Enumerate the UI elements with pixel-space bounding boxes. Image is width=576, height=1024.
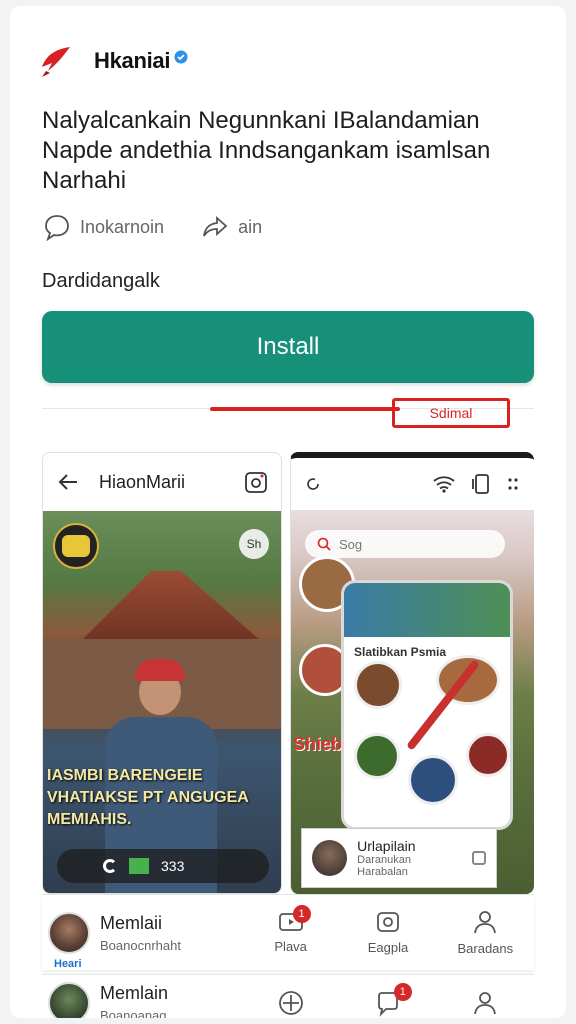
- search-bar[interactable]: Sog: [305, 530, 505, 558]
- screenshot-left[interactable]: HiaonMarii Sh IASMBI BARENGEIE VHATIAKSE…: [42, 452, 282, 894]
- person-cap: [135, 659, 185, 681]
- search-placeholder: Sog: [339, 536, 363, 552]
- notification-badge: 1: [393, 982, 412, 1001]
- search-icon: [317, 537, 331, 551]
- photo-pill[interactable]: 333: [57, 849, 269, 883]
- avatar: [48, 981, 90, 1018]
- notification-subtitle: Daranukan Harabalan: [357, 854, 411, 878]
- nav-profile[interactable]: Memlaii Boanocnrhaht Heari: [42, 911, 242, 970]
- message-icon[interactable]: [472, 851, 486, 865]
- page-title: Nalyalcankain Negunnkani IBalandamian Na…: [42, 107, 491, 194]
- nav-item-label: Baradans: [457, 941, 514, 956]
- app-name: Hkaniai: [94, 48, 171, 73]
- comment-button[interactable]: Inokarnoin: [42, 212, 164, 242]
- inner-thumb-3[interactable]: [354, 733, 400, 779]
- pill-count: 333: [161, 858, 185, 874]
- avatar: [48, 911, 90, 954]
- nav-profile-secondary[interactable]: Memlain Boanoanag: [42, 981, 242, 1019]
- app-detail-card: Hkaniai Nalyalcankain Negunnkani IBaland…: [10, 6, 566, 1018]
- nav-item-eagpla[interactable]: Eagplа: [339, 910, 436, 955]
- developer-label: Dardidangalk: [42, 270, 160, 292]
- phone-icon: [472, 474, 489, 494]
- profile-name: Memlaii: [100, 912, 163, 933]
- verified-icon: [174, 50, 188, 64]
- house-roof: [81, 571, 261, 641]
- nav-item-label: Plava: [274, 939, 307, 954]
- bottom-nav-secondary: Memlain Boanoanag 1: [42, 974, 534, 1018]
- person-icon: [474, 991, 497, 1014]
- nav-item-profile[interactable]: [437, 990, 534, 1016]
- comment-icon: [45, 215, 69, 242]
- profile-subtitle: Boanocnrhaht: [100, 937, 181, 953]
- photo-share-button[interactable]: Sh: [239, 529, 269, 559]
- action-row: Inokarnoin ain: [42, 212, 262, 242]
- comment-label: Inokarnoin: [80, 216, 165, 237]
- camera-icon[interactable]: [243, 469, 269, 495]
- inner-phone-card[interactable]: Slatibkan Psmia: [341, 580, 513, 830]
- avatar: [312, 840, 348, 876]
- person-icon: [474, 911, 497, 934]
- app-logo-icon: [42, 47, 70, 77]
- photo-caption: IASMBI BARENGEIE VHATIAKSE PT ANGUGEA ME…: [47, 767, 249, 828]
- screenshot-right[interactable]: Sog Shiebnis Slatibkan Psmia Urlapilain …: [290, 452, 534, 894]
- share-button[interactable]: ain: [200, 212, 262, 242]
- add-icon: [278, 990, 303, 1015]
- refresh-icon: [307, 478, 319, 490]
- flag-icon: [129, 858, 149, 874]
- notification-title: Urlapilain: [357, 838, 416, 854]
- highlight-badge[interactable]: Sdimal: [392, 398, 510, 428]
- nav-item-baradans[interactable]: Baradans: [437, 909, 534, 956]
- screenshot-left-title: HiaonMarii: [99, 471, 186, 492]
- install-button[interactable]: Install: [42, 311, 534, 383]
- inner-phone-header: [344, 583, 510, 637]
- more-icon[interactable]: [506, 475, 520, 493]
- inner-thumb-4[interactable]: [408, 755, 458, 805]
- share-icon: [203, 215, 228, 237]
- screenshot-left-photo: Sh IASMBI BARENGEIE VHATIAKSE PT ANGUGEA…: [43, 511, 281, 893]
- nav-item-messages[interactable]: 1: [339, 982, 436, 1017]
- profile-name: Memlain: [100, 982, 169, 1003]
- highlight-line: [210, 407, 400, 411]
- channel-badge: [53, 523, 99, 569]
- bottom-nav: Memlaii Boanocnrhaht Heari 1 Plava Eagpl…: [42, 894, 534, 970]
- loading-icon: [103, 859, 117, 873]
- nav-item-plava[interactable]: 1 Plava: [242, 905, 339, 954]
- nav-item-add[interactable]: [242, 989, 339, 1017]
- notification-badge: 1: [292, 905, 311, 923]
- status-bar: [291, 458, 534, 510]
- app-logo: [34, 39, 78, 83]
- inner-thumb-5[interactable]: [466, 733, 510, 777]
- app-header: Hkaniai: [34, 36, 188, 86]
- wifi-icon: [433, 476, 455, 493]
- inner-thumb-1[interactable]: [354, 661, 402, 709]
- camera-icon: [377, 912, 399, 932]
- share-label: ain: [238, 216, 263, 237]
- profile-subtitle: Boanoanag: [100, 1007, 167, 1019]
- notification-card[interactable]: Urlapilain Daranukan Harabalan: [301, 828, 497, 888]
- nav-item-label: Eagplа: [367, 940, 409, 955]
- back-arrow-icon[interactable]: [55, 469, 81, 495]
- profile-tag: Heari: [54, 957, 82, 970]
- screenshot-left-topbar: HiaonMarii: [43, 453, 281, 511]
- screenshot-right-content: Sog Shiebnis Slatibkan Psmia Urlapilain …: [291, 510, 534, 894]
